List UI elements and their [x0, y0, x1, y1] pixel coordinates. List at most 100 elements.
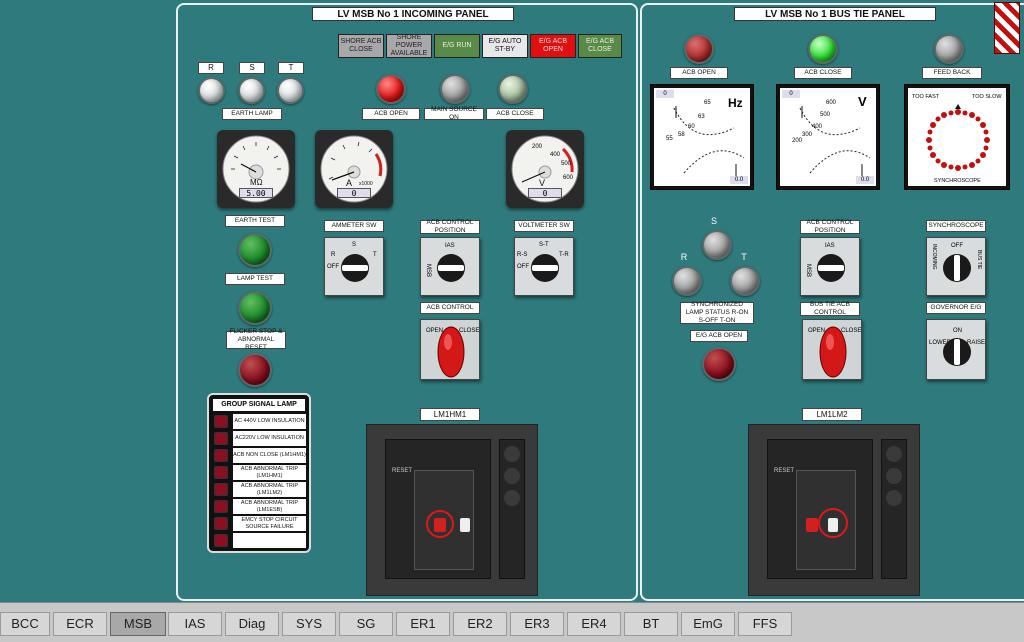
ammeter: A x1000 0	[315, 130, 393, 208]
ammeter-readout: 0	[337, 188, 371, 198]
gsl-lamp-8	[214, 534, 228, 547]
earth-lamp-r	[198, 77, 225, 104]
tab-diag[interactable]: Diag	[225, 612, 279, 636]
acb-control-label: ACB CONTROL	[420, 302, 480, 314]
breaker-lm1lm2-reset: RESET	[774, 468, 795, 474]
tab-bt[interactable]: BT	[624, 612, 678, 636]
ammeter-selector-switch[interactable]: S R T OFF	[324, 237, 384, 296]
tab-er2[interactable]: ER2	[453, 612, 507, 636]
acb-control-switch[interactable]: OPEN CLOSE	[420, 319, 480, 380]
earth-lamp-label: EARTH LAMP	[222, 108, 282, 120]
tab-ias[interactable]: IAS	[168, 612, 222, 636]
synchroscope-selector-switch[interactable]: OFF INCOMING BUS TIE	[926, 237, 986, 296]
bustie-acb-open-lamp	[684, 34, 714, 64]
frequency-meter-face: 0 Hz 65 63 60 58 55 0.0	[654, 88, 750, 186]
gov-pos-on: ON	[953, 328, 962, 334]
breaker-lm1hm1-highlight	[426, 510, 454, 538]
acb-control-position-knob	[437, 254, 465, 282]
breaker-lm1lm2-highlight	[818, 508, 848, 538]
bustie-acb-control-position-switch[interactable]: IAS MSB	[800, 237, 860, 296]
acb-close-lamp	[498, 74, 528, 104]
breaker-lm1lm2-body: RESET	[767, 439, 873, 579]
voltmeter-scale-400: 400	[550, 152, 561, 158]
flicker-stop-reset-button[interactable]	[238, 353, 272, 387]
breaker-lm1hm1-side-dial-2	[504, 468, 520, 484]
earth-lamp-t	[277, 77, 304, 104]
bustie-acb-open-label: ACB OPEN	[670, 67, 728, 79]
bus-tie-acb-control-switch[interactable]: OPEN CLOSE	[802, 319, 862, 380]
voltmeter: 200 400 500 600 V 0	[506, 130, 584, 208]
voltmeter-sw-label: VOLTMETER SW	[514, 220, 574, 232]
earth-lamp-s	[238, 77, 265, 104]
breaker-lm1hm1-side-dial-1	[504, 446, 520, 462]
flicker-stop-label: FLICKER STOP & ABNORMAL RESET	[226, 328, 286, 351]
synchroscope-sw-knob	[943, 254, 971, 282]
tab-ecr[interactable]: ECR	[53, 612, 107, 636]
breaker-lm1hm1-body: RESET	[385, 439, 491, 579]
megohm-readout: 5.00	[239, 188, 273, 198]
breaker-lm1lm2-side-dial-2	[886, 468, 902, 484]
sync-sw-pos-incoming: INCOMING	[931, 244, 937, 270]
bustie-acb-close-label: ACB CLOSE	[794, 67, 852, 79]
earth-test-button[interactable]	[238, 233, 272, 267]
phase-r-label: R	[198, 62, 224, 74]
breaker-lm1hm1-label: LM1HM1	[420, 408, 480, 421]
main-source-on-lamp	[440, 74, 470, 104]
sync-lamp-t	[730, 266, 760, 296]
sync-lamp-status-label: SYNCHRONIZED LAMP STATUS R-ON S-OFF T-ON	[680, 301, 754, 324]
gsl-label-4: ACB ABNORMAL TRIP (LM1HM1)	[233, 465, 306, 480]
ammeter-sw-pos-off: OFF	[327, 264, 339, 270]
warning-tag-icon	[994, 2, 1020, 54]
incoming-panel-title: LV MSB No 1 INCOMING PANEL	[312, 7, 514, 21]
lamp-test-button[interactable]	[238, 291, 272, 325]
synchroscope-caption: SYNCHROSCOPE	[934, 178, 981, 184]
synchroscope-lamp-ring	[926, 104, 990, 171]
megohm-meter: MΩ 5.00	[217, 130, 295, 208]
breaker-lm1lm2: RESET	[748, 424, 920, 596]
tab-emg[interactable]: EmG	[681, 612, 735, 636]
bustie-panel-title: LV MSB No 1 BUS TIE PANEL	[734, 7, 936, 21]
tab-bcc[interactable]: BCC	[0, 612, 50, 636]
feed-back-label: FEED BACK	[922, 67, 982, 79]
acb-open-lamp	[376, 74, 406, 104]
voltmeter-scale-600: 600	[563, 175, 574, 181]
synchroscope-meter: TOO FAST TOO SLOW SYNCHROSCOPE	[904, 84, 1010, 190]
acb-control-position-label: ACB CONTROL POSITION	[420, 219, 480, 234]
voltmeter-selector-switch[interactable]: S-T R-S T-R OFF	[514, 237, 574, 296]
lamp-test-label: LAMP TEST	[225, 273, 285, 285]
shore-acb-close-indicator: SHORE ACB CLOSE	[338, 34, 384, 58]
volt-sw-pos-off: OFF	[517, 264, 529, 270]
ammeter-sw-knob	[341, 254, 369, 282]
breaker-lm1lm2-off-button[interactable]	[806, 518, 818, 532]
tab-sg[interactable]: SG	[339, 612, 393, 636]
voltmeter-unit: V	[539, 178, 546, 188]
tab-ffs[interactable]: FFS	[738, 612, 792, 636]
volt-sw-pos-st: S-T	[539, 242, 549, 248]
ammeter-sw-pos-r: R	[331, 252, 336, 258]
sync-r-label: R	[680, 252, 688, 262]
voltmeter-readout: 0	[528, 188, 562, 198]
breaker-lm1hm1-on-button[interactable]	[460, 518, 470, 532]
ammeter-sw-pos-t: T	[373, 252, 377, 258]
tab-sys[interactable]: SYS	[282, 612, 336, 636]
tab-er1[interactable]: ER1	[396, 612, 450, 636]
voltmeter-scale-500: 500	[561, 161, 572, 167]
eg-auto-standby-indicator: E/G AUTO ST-BY	[482, 34, 528, 58]
gsl-lamp-1	[214, 415, 228, 428]
hz-scale-arc	[673, 106, 745, 176]
bustie-ctrl-pos-ias: IAS	[825, 243, 835, 249]
governor-switch[interactable]: ON LOWER RAISE	[926, 319, 986, 380]
gsl-label-8	[233, 533, 306, 548]
breaker-lm1hm1-side	[499, 439, 525, 579]
volt-sw-pos-rs: R-S	[517, 252, 528, 258]
tab-msb[interactable]: MSB	[110, 612, 166, 636]
sync-s-label: S	[710, 216, 717, 226]
governor-knob	[943, 338, 971, 366]
bus-tie-acb-control-handle	[819, 326, 847, 378]
acb-control-position-switch[interactable]: IAS MSB	[420, 237, 480, 296]
ctrl-pos-ias: IAS	[445, 243, 455, 249]
tab-er3[interactable]: ER3	[510, 612, 564, 636]
bus-tie-acb-control-label: BUS TIE ACB CONTROL	[800, 301, 860, 316]
tab-er4[interactable]: ER4	[567, 612, 621, 636]
phase-t-label: T	[278, 62, 304, 74]
